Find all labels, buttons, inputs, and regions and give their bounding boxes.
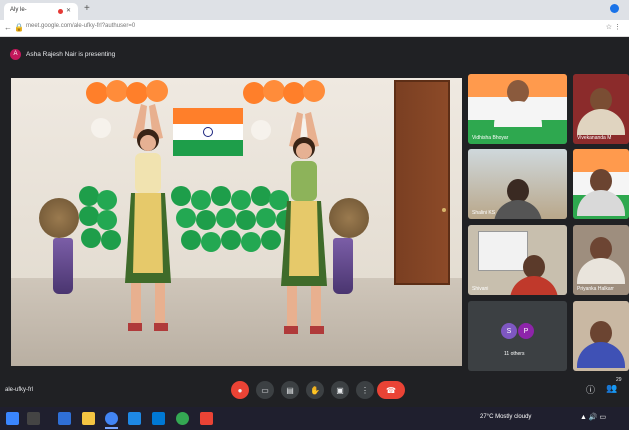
participant-name: Shalini KS — [472, 210, 496, 216]
participant-name: Shivani — [472, 286, 489, 292]
people-icon[interactable]: 👥 — [606, 383, 617, 394]
door-knob — [442, 208, 446, 212]
captions-icon[interactable]: ▤ — [281, 381, 299, 399]
task-view-icon[interactable] — [58, 412, 71, 425]
door-image — [394, 80, 450, 285]
chrome-icon[interactable] — [105, 412, 118, 425]
video-floor — [11, 278, 462, 366]
participant-name: Vivekananda M — [577, 135, 612, 141]
taskbar: 27°C Mostly cloudy ▲ 🔊 ▭ — [0, 407, 629, 430]
participant-tile[interactable] — [573, 149, 629, 219]
recording-icon — [58, 9, 63, 14]
browser-tab-bar: Aly le- ✕ + — [0, 0, 629, 20]
dancer-left — [125, 104, 171, 331]
back-icon[interactable]: ← — [4, 23, 12, 32]
participant-tile[interactable]: Shalini KS — [468, 149, 567, 219]
recorder-icon[interactable] — [200, 412, 213, 425]
presenting-banner: A Asha Rajesh Nair is presenting — [10, 46, 115, 62]
others-avatar: S — [501, 323, 517, 339]
url-field[interactable]: meet.google.com/ale-ufky-frl?authuser=0 — [26, 23, 135, 29]
participant-tile[interactable]: Vidhisha Bhoyar — [468, 74, 567, 144]
participant-name: Priyanka Halkarr — [577, 286, 614, 292]
dancer-right — [281, 112, 327, 334]
meeting-code: ale-ufky-frl — [5, 387, 34, 393]
participant-tile[interactable]: Vivekananda M — [573, 74, 629, 144]
lock-icon[interactable]: 🔒 — [14, 23, 24, 32]
edge-icon[interactable] — [128, 412, 141, 425]
plant-decoration-left — [39, 198, 79, 238]
participant-count: 29 — [616, 377, 622, 383]
present-icon[interactable]: ▣ — [331, 381, 349, 399]
close-tab-icon[interactable]: ✕ — [66, 7, 71, 14]
participant-tile[interactable]: Shivani — [468, 225, 567, 295]
others-tile[interactable]: S P 11 others — [468, 301, 567, 371]
search-icon[interactable] — [27, 412, 40, 425]
profile-icon[interactable] — [610, 4, 619, 13]
participant-name: Vidhisha Bhoyar — [472, 135, 509, 141]
extensions-icon[interactable]: ☆ ⋮ — [606, 23, 621, 31]
vase-left — [53, 238, 73, 294]
participant-tile[interactable]: Priyanka Halkarr — [573, 225, 629, 295]
camera-icon[interactable]: ▭ — [256, 381, 274, 399]
others-avatar: P — [518, 323, 534, 339]
more-options-icon[interactable]: ⋮ — [356, 381, 374, 399]
presenter-avatar: A — [10, 48, 21, 60]
meet-window: A Asha Rajesh Nair is presenting Vidhish… — [0, 37, 629, 407]
meet-app-icon[interactable] — [176, 412, 189, 425]
start-icon[interactable] — [6, 412, 19, 425]
weather-widget[interactable]: 27°C Mostly cloudy — [480, 414, 531, 420]
store-icon[interactable] — [152, 412, 165, 425]
system-tray-icon[interactable]: ▲ 🔊 ▭ — [580, 413, 606, 421]
presenting-text: Asha Rajesh Nair is presenting — [26, 50, 116, 58]
file-explorer-icon[interactable] — [82, 412, 95, 425]
indian-flag-image — [173, 108, 243, 156]
end-call-icon[interactable]: ☎ — [377, 381, 405, 399]
browser-tab[interactable]: Aly le- ✕ — [4, 3, 78, 20]
shared-screen-video[interactable] — [11, 78, 462, 366]
tab-title: Aly le- — [10, 7, 27, 13]
participant-tile[interactable] — [573, 301, 629, 371]
raise-hand-icon[interactable]: ✋ — [306, 381, 324, 399]
new-tab-button[interactable]: + — [84, 3, 90, 14]
active-indicator — [105, 427, 118, 429]
mic-off-icon[interactable]: ● — [231, 381, 249, 399]
address-bar: ← 🔒 meet.google.com/ale-ufky-frl?authuse… — [0, 20, 629, 37]
others-label: 11 others — [504, 351, 525, 357]
meeting-details-icon[interactable]: ⓘ — [586, 383, 595, 396]
